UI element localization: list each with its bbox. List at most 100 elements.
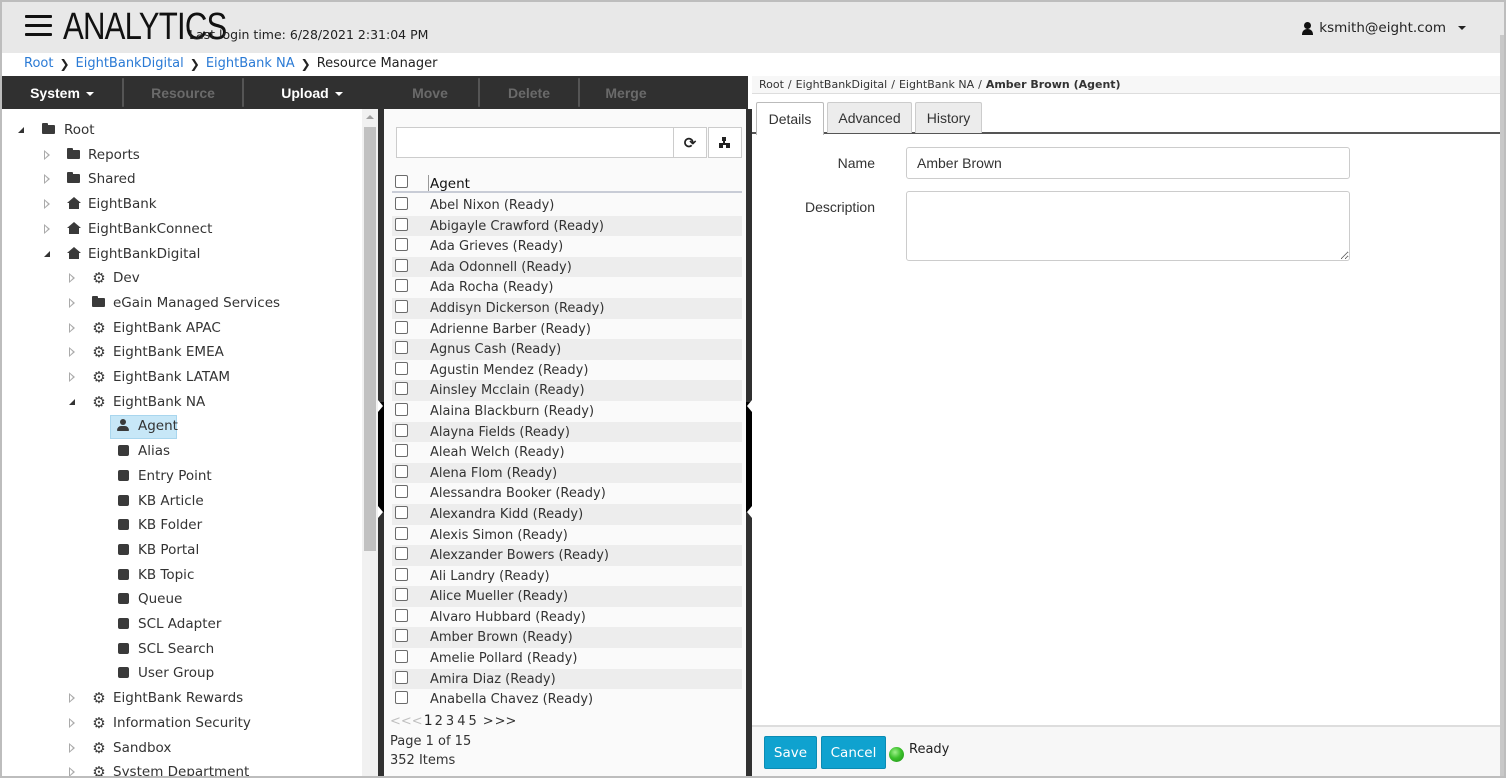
breadcrumb-root[interactable]: Root: [24, 56, 53, 71]
expand-arrow-icon[interactable]: [67, 742, 79, 754]
refresh-button[interactable]: ⟳: [673, 127, 707, 158]
cancel-button[interactable]: Cancel: [821, 736, 886, 769]
agent-row[interactable]: Alice Mueller (Ready): [392, 586, 742, 607]
tab-details[interactable]: Details: [756, 102, 824, 135]
row-checkbox[interactable]: [395, 629, 408, 643]
tree-node[interactable]: Agent: [2, 415, 360, 440]
row-checkbox[interactable]: [395, 547, 408, 561]
next-page-link[interactable]: >: [483, 714, 494, 729]
row-checkbox[interactable]: [395, 279, 408, 293]
tree-node[interactable]: Reports: [2, 144, 360, 166]
row-checkbox[interactable]: [395, 650, 408, 664]
agent-row[interactable]: Adrienne Barber (Ready): [392, 319, 742, 340]
detail-breadcrumb-item[interactable]: Root: [759, 78, 784, 91]
agent-row[interactable]: Anabella Chavez (Ready): [392, 689, 742, 710]
agent-row[interactable]: Alena Flom (Ready): [392, 462, 742, 484]
tree-node[interactable]: KB Topic: [2, 564, 360, 586]
row-checkbox[interactable]: [395, 423, 408, 437]
tree-node[interactable]: ⚙ System Department: [2, 761, 360, 776]
agent-row[interactable]: Aleah Welch (Ready): [392, 442, 742, 463]
row-checkbox[interactable]: [395, 608, 408, 622]
expanded-arrow-icon[interactable]: [67, 396, 79, 408]
collapse-arrow-icon[interactable]: [378, 400, 383, 412]
tree-node[interactable]: Entry Point: [2, 465, 360, 487]
page-link[interactable]: 5: [468, 714, 476, 729]
delete-button[interactable]: Delete: [480, 76, 578, 109]
row-checkbox[interactable]: [395, 341, 408, 355]
agent-row[interactable]: Ada Odonnell (Ready): [392, 256, 742, 278]
tree-node[interactable]: ⚙ EightBank Rewards: [2, 687, 360, 709]
row-checkbox[interactable]: [395, 444, 408, 458]
tree-node[interactable]: Root: [2, 119, 360, 141]
row-checkbox[interactable]: [395, 382, 408, 396]
tree-node[interactable]: User Group: [2, 662, 360, 684]
agent-row[interactable]: Alvaro Hubbard (Ready): [392, 607, 742, 628]
expand-arrow-icon[interactable]: [42, 198, 54, 210]
row-checkbox[interactable]: [395, 526, 408, 540]
breadcrumb-eightbank-na[interactable]: EightBank NA: [206, 56, 295, 71]
save-button[interactable]: Save: [764, 736, 817, 769]
agent-row[interactable]: Ali Landry (Ready): [392, 566, 742, 587]
row-checkbox[interactable]: [395, 197, 408, 210]
tree-scrollbar[interactable]: [362, 109, 378, 776]
tree-node[interactable]: eGain Managed Services: [2, 292, 360, 314]
agent-row[interactable]: Alaina Blackburn (Ready): [392, 401, 742, 422]
expand-arrow-icon[interactable]: [67, 371, 79, 383]
page-scrollbar[interactable]: [1500, 35, 1504, 776]
tree-node[interactable]: ⚙ EightBank NA: [2, 391, 360, 413]
tree-node[interactable]: Queue: [2, 588, 360, 610]
hamburger-menu-icon[interactable]: [25, 15, 52, 37]
tree-node[interactable]: KB Article: [2, 490, 360, 512]
expand-arrow-icon[interactable]: [67, 322, 79, 334]
agent-row[interactable]: Abel Nixon (Ready): [392, 195, 742, 216]
tree-node[interactable]: ⚙ Sandbox: [2, 737, 360, 759]
expand-arrow-icon[interactable]: [67, 346, 79, 358]
upload-menu-button[interactable]: Upload: [244, 76, 380, 109]
tree-node[interactable]: ⚙ EightBank LATAM: [2, 366, 360, 388]
expand-arrow-icon[interactable]: [67, 692, 79, 704]
search-input[interactable]: [396, 127, 673, 158]
tab-advanced[interactable]: Advanced: [827, 102, 912, 133]
expand-arrow-icon[interactable]: [42, 173, 54, 185]
tree-node[interactable]: Alias: [2, 440, 360, 462]
expanded-arrow-icon[interactable]: [16, 124, 28, 136]
agent-row[interactable]: Agustin Mendez (Ready): [392, 360, 742, 381]
expand-arrow-icon[interactable]: [67, 297, 79, 309]
merge-button[interactable]: Merge: [580, 76, 672, 109]
agent-row[interactable]: Addisyn Dickerson (Ready): [392, 297, 742, 319]
tree-node[interactable]: ⚙ EightBank EMEA: [2, 341, 360, 363]
row-checkbox[interactable]: [395, 299, 408, 313]
agent-row[interactable]: Alayna Fields (Ready): [392, 421, 742, 443]
row-checkbox[interactable]: [395, 238, 408, 252]
last-page-link[interactable]: >>: [495, 714, 517, 729]
row-checkbox[interactable]: [395, 567, 408, 581]
agent-row[interactable]: Amelie Pollard (Ready): [392, 648, 742, 669]
expand-arrow-icon[interactable]: [42, 223, 54, 235]
expand-arrow-icon[interactable]: [67, 766, 79, 776]
row-checkbox[interactable]: [395, 505, 408, 519]
resource-button[interactable]: Resource: [124, 76, 242, 109]
agent-row[interactable]: Alexzander Bowers (Ready): [392, 545, 742, 566]
row-checkbox[interactable]: [395, 258, 408, 272]
expand-arrow-icon[interactable]: [67, 272, 79, 284]
tree-node[interactable]: ⚙ Information Security: [2, 712, 360, 734]
row-checkbox[interactable]: [395, 588, 408, 602]
tree-node[interactable]: ⚙ EightBank APAC: [2, 317, 360, 339]
agent-row[interactable]: Amber Brown (Ready): [392, 627, 742, 649]
detail-breadcrumb-item[interactable]: EightBankDigital: [796, 78, 888, 91]
name-field[interactable]: [906, 147, 1350, 179]
row-checkbox[interactable]: [395, 691, 408, 705]
tab-history[interactable]: History: [915, 102, 982, 133]
page-link[interactable]: 2: [435, 714, 443, 729]
row-checkbox[interactable]: [395, 361, 408, 375]
user-menu[interactable]: ksmith@eight.com: [1302, 20, 1466, 36]
tree-node[interactable]: KB Folder: [2, 514, 360, 536]
scroll-up-icon[interactable]: [366, 115, 374, 119]
expand-arrow-icon[interactable]: [67, 717, 79, 729]
row-checkbox[interactable]: [395, 464, 408, 478]
row-checkbox[interactable]: [395, 670, 408, 684]
tree-node[interactable]: Shared: [2, 168, 360, 190]
agent-row[interactable]: Alexandra Kidd (Ready): [392, 503, 742, 525]
column-header-agent[interactable]: Agent: [430, 176, 470, 192]
first-page-link[interactable]: <<: [390, 714, 412, 729]
